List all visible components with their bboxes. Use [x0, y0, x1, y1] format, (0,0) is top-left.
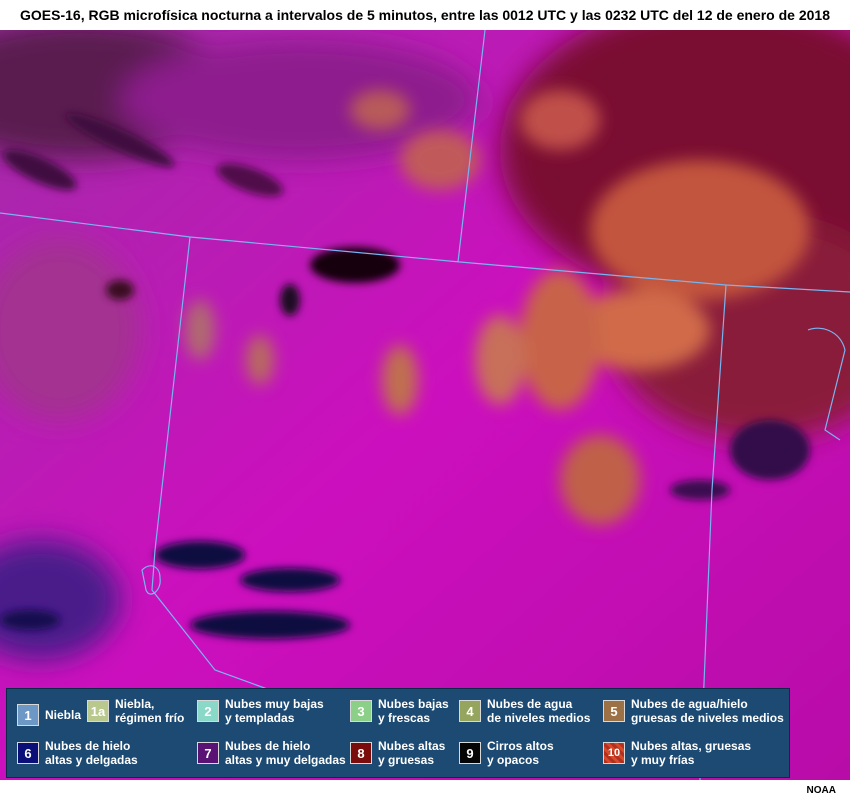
legend-label: Nubes de hielo altas y muy delgadas — [225, 739, 346, 767]
legend-label: Nubes de hielo altas y delgadas — [45, 739, 138, 767]
legend-swatch: 4 — [459, 700, 481, 722]
legend-swatch: 2 — [197, 700, 219, 722]
legend-swatch: 1a — [87, 700, 109, 722]
legend-label: Nubes altas y gruesas — [378, 739, 446, 767]
legend-label: Nubes de agua de niveles medios — [487, 697, 591, 725]
legend-label: Cirros altos y opacos — [487, 739, 554, 767]
legend-swatch: 7 — [197, 742, 219, 764]
legend-label: Nubes de agua/hielo gruesas de niveles m… — [631, 697, 784, 725]
legend: 1 Niebla 1a Niebla, régimen frío 2 Nubes… — [6, 688, 790, 778]
legend-label: Nubes muy bajas y templadas — [225, 697, 324, 725]
legend-item-3: 3 Nubes bajas y frescas — [350, 697, 449, 725]
satellite-image — [0, 30, 850, 780]
legend-item-6: 6 Nubes de hielo altas y delgadas — [17, 739, 138, 767]
legend-item-4: 4 Nubes de agua de niveles medios — [459, 697, 590, 725]
legend-swatch: 1 — [17, 704, 39, 726]
legend-item-7: 7 Nubes de hielo altas y muy delgadas — [197, 739, 346, 767]
legend-swatch: 6 — [17, 742, 39, 764]
legend-swatch: 9 — [459, 742, 481, 764]
legend-item-1: 1 Niebla — [17, 704, 81, 726]
legend-item-9: 9 Cirros altos y opacos — [459, 739, 554, 767]
legend-item-10: 10 Nubes altas, gruesas y muy frías — [603, 739, 751, 767]
legend-item-2: 2 Nubes muy bajas y templadas — [197, 697, 324, 725]
legend-item-8: 8 Nubes altas y gruesas — [350, 739, 445, 767]
legend-swatch: 3 — [350, 700, 372, 722]
legend-swatch: 8 — [350, 742, 372, 764]
legend-label: Niebla — [45, 708, 82, 722]
credit-label: NOAA — [806, 785, 836, 796]
legend-label: Nubes altas, gruesas y muy frías — [631, 739, 752, 767]
image-title: GOES-16, RGB microfísica nocturna a inte… — [0, 0, 850, 30]
legend-item-5: 5 Nubes de agua/hielo gruesas de niveles… — [603, 697, 784, 725]
legend-swatch: 10 — [603, 742, 625, 764]
legend-label: Nubes bajas y frescas — [378, 697, 449, 725]
legend-swatch: 5 — [603, 700, 625, 722]
legend-label: Niebla, régimen frío — [115, 697, 185, 725]
legend-item-1a: 1a Niebla, régimen frío — [87, 697, 184, 725]
